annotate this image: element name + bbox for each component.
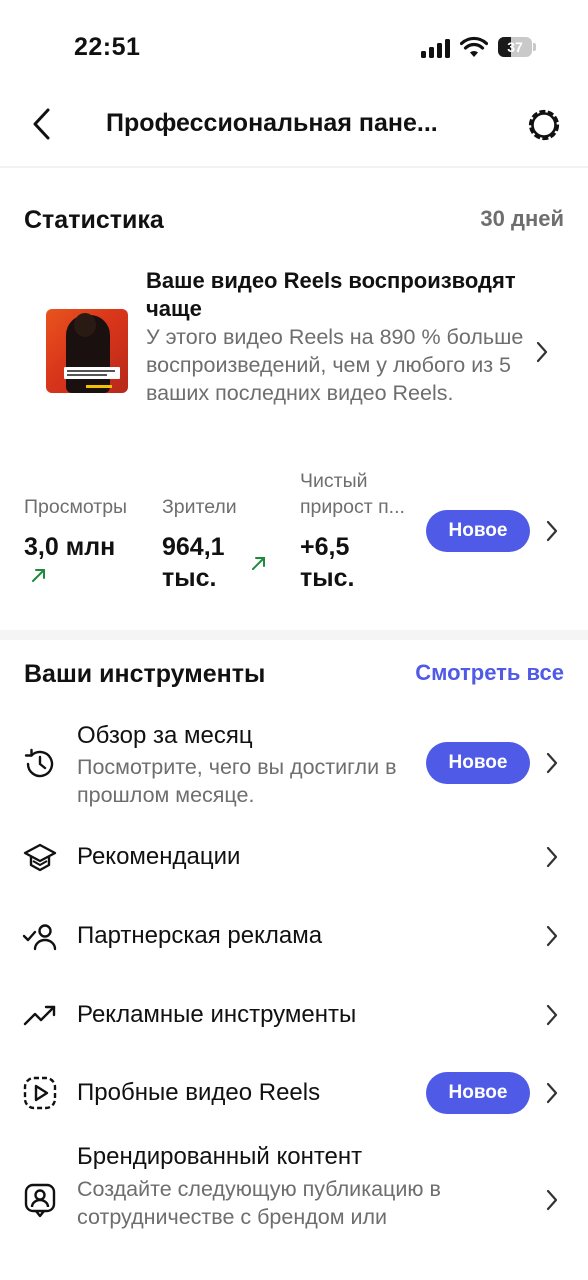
stats-period-selector[interactable]: 30 дней (480, 206, 564, 232)
new-badge: Новое (426, 742, 530, 784)
status-bar: 22:51 37 (0, 0, 588, 90)
back-chevron-icon[interactable] (24, 104, 60, 144)
chevron-right-icon (546, 1189, 558, 1211)
settings-gear-icon[interactable] (524, 105, 564, 145)
metric-label: Чистый (300, 470, 368, 492)
chevron-right-icon (546, 752, 558, 774)
metric-value: 964,1 (162, 533, 225, 561)
cellular-signal-icon (421, 38, 451, 58)
tool-row-partner-ads[interactable]: Партнерская реклама (0, 909, 588, 963)
metric-value-unit: тыс. (300, 564, 355, 592)
tool-title: Пробные видео Reels (77, 1079, 321, 1106)
tool-title: Обзор за месяц (77, 722, 253, 749)
reels-insight-card[interactable]: Ваше видео Reels воспроизводят чаще У эт… (0, 262, 588, 442)
stats-heading: Статистика (24, 206, 164, 234)
chevron-right-icon (546, 1004, 558, 1026)
chevron-right-icon (546, 520, 558, 542)
header-divider (0, 166, 588, 168)
see-all-link[interactable]: Смотреть все (415, 660, 564, 686)
tool-title: Рекламные инструменты (77, 1001, 357, 1028)
graduation-cap-icon (23, 843, 57, 872)
chevron-right-icon (546, 846, 558, 868)
reel-thumbnail (46, 309, 128, 393)
tool-title: Рекомендации (77, 843, 241, 870)
battery-percent: 37 (507, 39, 523, 55)
wifi-icon (460, 36, 488, 57)
metric-label: прирост п... (300, 496, 405, 518)
tool-row-monthly-review[interactable]: Обзор за месяц Посмотрите, чего вы дости… (0, 716, 588, 816)
metric-value-unit: тыс. (162, 564, 217, 592)
tool-title: Брендированный контент (77, 1143, 363, 1170)
insight-title: Ваше видео Reels воспроизводят чаще (146, 268, 516, 321)
tools-heading: Ваши инструменты (24, 660, 266, 688)
reels-trial-icon (23, 1076, 57, 1110)
section-divider (0, 630, 588, 640)
tool-subtitle: Создайте следующую публикацию в сотрудни… (77, 1177, 441, 1229)
chevron-right-icon (536, 341, 548, 363)
status-time: 22:51 (74, 33, 141, 61)
tool-row-ad-tools[interactable]: Рекламные инструменты (0, 988, 588, 1042)
partner-check-icon (22, 924, 57, 951)
metrics-row[interactable]: Просмотры 3,0 млн Зрители 964,1 тыс. Чис… (0, 466, 588, 606)
trend-up-icon (32, 569, 45, 582)
metric-label: Просмотры (24, 496, 128, 518)
trend-up-icon (252, 557, 265, 570)
new-badge: Новое (426, 510, 530, 552)
trending-up-icon (23, 1005, 56, 1026)
tool-row-branded-content[interactable]: Брендированный контент Создайте следующу… (0, 1140, 588, 1240)
chevron-right-icon (546, 925, 558, 947)
page-title: Профессиональная пане... (106, 109, 438, 137)
tool-row-trial-reels[interactable]: Пробные видео Reels Новое (0, 1066, 588, 1120)
metric-label: Зрители (162, 496, 237, 518)
chevron-right-icon (546, 1082, 558, 1104)
branded-content-icon (24, 1183, 56, 1218)
tool-subtitle: Посмотрите, чего вы достигли в прошлом м… (77, 755, 397, 807)
new-badge: Новое (426, 1072, 530, 1114)
tool-row-recommendations[interactable]: Рекомендации (0, 830, 588, 884)
metric-value: +6,5 (300, 533, 350, 561)
metric-value: 3,0 млн (24, 533, 116, 561)
battery-icon: 37 (498, 37, 536, 57)
history-icon (24, 748, 54, 778)
insight-description: У этого видео Reels на 890 % больше восп… (146, 325, 524, 405)
tool-title: Партнерская реклама (77, 922, 323, 949)
nav-header: Профессиональная пане... (0, 90, 588, 162)
